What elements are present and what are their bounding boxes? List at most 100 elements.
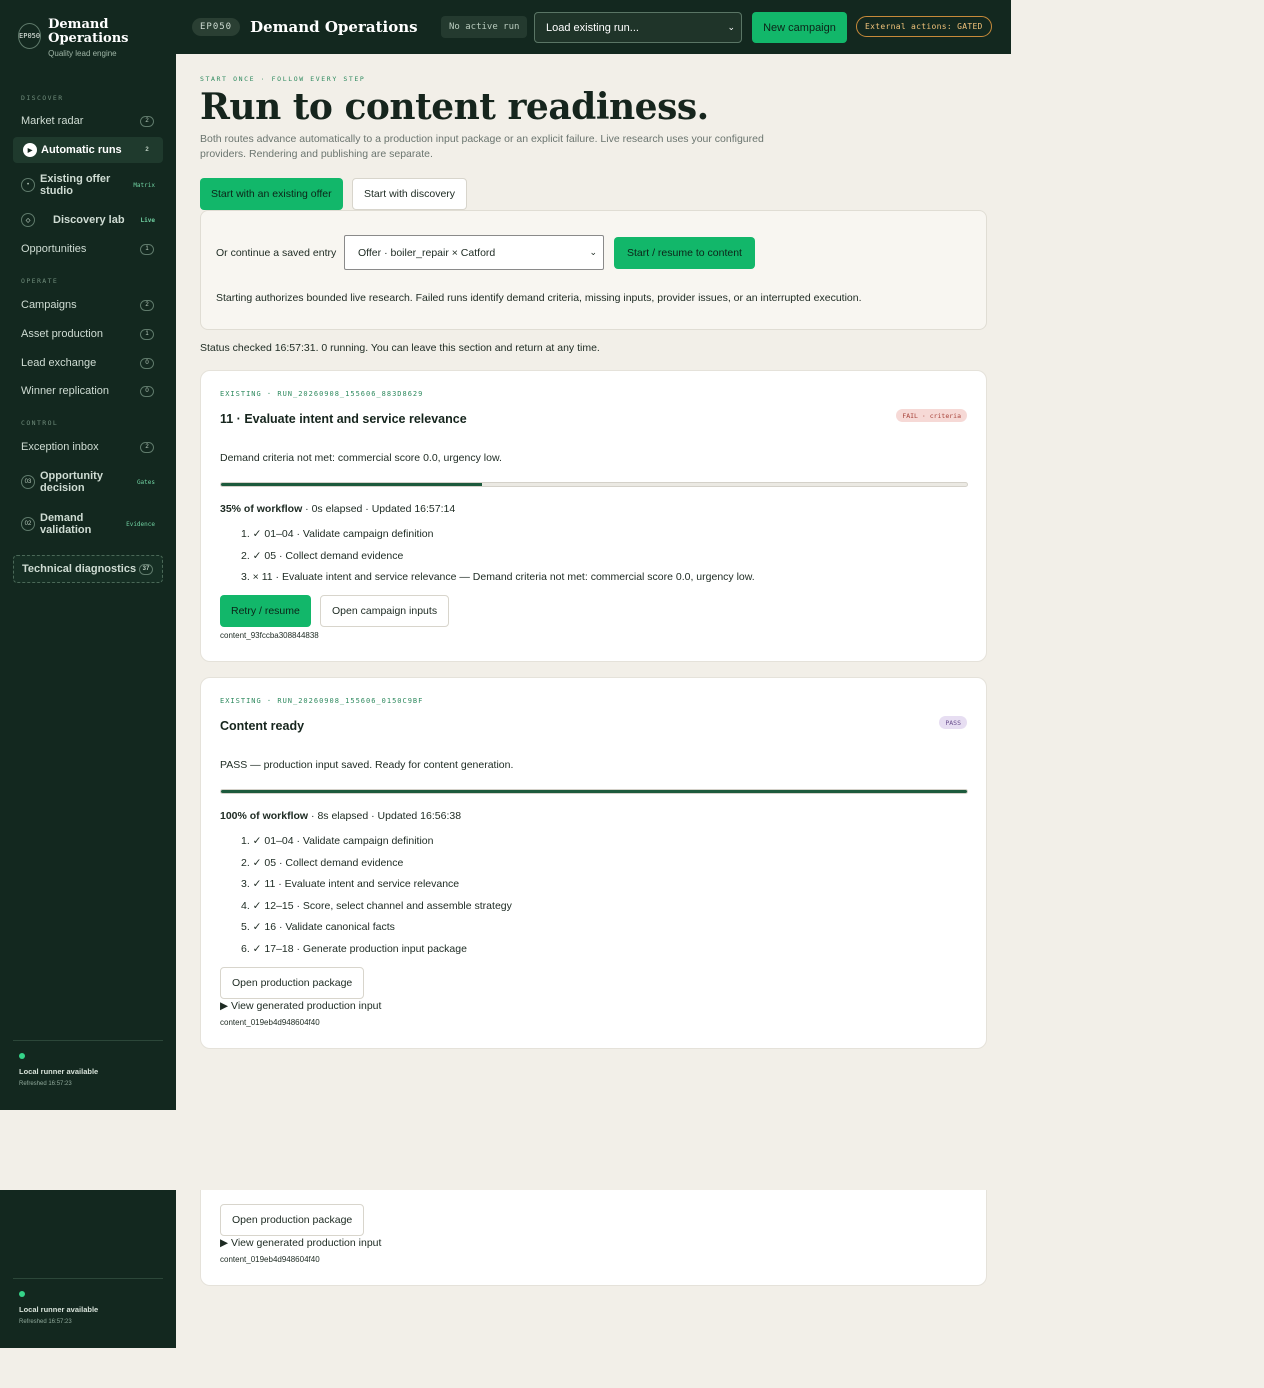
sidebar-item-label: Discovery lab: [53, 214, 125, 226]
brand[interactable]: EP050 Demand Operations Quality lead eng…: [18, 18, 176, 58]
kicker: START ONCE · FOLLOW EVERY STEP: [200, 75, 366, 83]
page-title: Run to content readiness.: [200, 86, 709, 128]
sidebar-item-opportunity-decision[interactable]: 03 Opportunity decision Gates: [13, 469, 163, 495]
load-run-select[interactable]: Load existing run... ⌄: [534, 12, 742, 43]
load-run-value: Load existing run...: [546, 21, 639, 34]
run-timing: · 8s elapsed · Updated 16:56:38: [308, 810, 462, 822]
runner-status-text: Local runner available: [19, 1305, 99, 1314]
view-production-input-toggle[interactable]: ▶ View generated production input: [220, 1000, 381, 1012]
sidebar-item-market-radar[interactable]: Market radar 2: [13, 108, 163, 134]
sidebar-item-lead-exchange[interactable]: Lead exchange 0: [13, 350, 163, 376]
count-badge: 1: [140, 243, 154, 255]
saved-entry-label: Or continue a saved entry: [216, 247, 337, 259]
run-card-fragment: Open production package ▶ View generated…: [200, 1190, 987, 1286]
sidebar-item-label: Existing offer studio: [40, 173, 111, 197]
sidebar-item-demand-validation[interactable]: 02 Demand validation Evidence: [13, 511, 163, 537]
count-badge: 2: [140, 441, 154, 453]
step-item: 1. ✓ 01–04 · Validate campaign definitio…: [241, 835, 434, 847]
open-production-package-button[interactable]: Open production package: [220, 967, 365, 999]
section-discover: DISCOVER: [21, 94, 64, 102]
sidebar-item-label: Market radar: [21, 115, 84, 127]
count-badge: 2: [140, 299, 154, 311]
saved-entry-value: Offer · boiler_repair × Catford: [358, 246, 496, 259]
run-message: PASS — production input saved. Ready for…: [220, 759, 514, 771]
view-production-input-label: View generated production input: [231, 1237, 382, 1249]
runner-status: Local runner available Refreshed 16:57:2…: [13, 1278, 163, 1325]
sidebar-item-asset-production[interactable]: Asset production 1: [13, 321, 163, 347]
sidebar-item-existing-offer-studio[interactable]: • Existing offer studio Matrix: [13, 172, 163, 198]
start-resume-button[interactable]: Start / resume to content: [614, 237, 755, 269]
scroll-fragment: Local runner available Refreshed 16:57:2…: [0, 1190, 1264, 1348]
triangle-right-icon: ▶: [220, 1000, 231, 1012]
sidebar-item-opportunities[interactable]: Opportunities 1: [13, 236, 163, 262]
sidebar-item-exception-inbox[interactable]: Exception inbox 2: [13, 434, 163, 460]
sidebar: EP050 Demand Operations Quality lead eng…: [0, 0, 176, 1110]
tab-existing-offer[interactable]: Start with an existing offer: [200, 178, 343, 210]
sidebar-item-discovery-lab[interactable]: ◇ Discovery lab Live: [13, 207, 163, 233]
tag-badge: Matrix: [133, 181, 155, 189]
status-badge: FAIL · criteria: [896, 409, 967, 422]
count-badge: 0: [140, 357, 154, 369]
topbar: EP050 Demand Operations No active run Lo…: [176, 0, 1011, 54]
play-icon: ▶: [23, 143, 37, 157]
count-badge: 0: [140, 385, 154, 397]
runner-status-text: Local runner available: [19, 1067, 99, 1076]
saved-entry-panel: Or continue a saved entry Offer · boiler…: [200, 210, 987, 330]
brand-name: Demand Operations: [48, 17, 129, 46]
retry-resume-button[interactable]: Retry / resume: [220, 595, 311, 627]
tab-discovery[interactable]: Start with discovery: [352, 178, 468, 210]
sidebar-item-label: Lead exchange: [21, 357, 97, 369]
run-status-badge: No active run: [441, 16, 528, 38]
content-id: content_93fccba308844838: [220, 631, 319, 640]
open-production-package-button[interactable]: Open production package: [220, 1204, 365, 1236]
progress-percent: 100% of workflow: [220, 810, 309, 822]
view-production-input-label: View generated production input: [231, 1000, 382, 1012]
step-item: 2. ✓ 05 · Collect demand evidence: [241, 856, 404, 869]
view-production-input-toggle[interactable]: ▶ View generated production input: [220, 1237, 381, 1249]
sidebar-item-technical-diagnostics[interactable]: Technical diagnostics 37: [13, 555, 163, 583]
tag-badge: Evidence: [126, 520, 155, 528]
progress-percent: 35% of workflow: [220, 503, 303, 515]
progress-bar: [220, 482, 968, 487]
sidebar-item-label: Campaigns: [21, 299, 77, 311]
tag-badge: Live: [140, 216, 155, 224]
step-list: 1. ✓ 01–04 · Validate campaign definitio…: [241, 524, 755, 589]
run-card: EXISTING · RUN_20260908_155606_0150C9BF …: [200, 677, 987, 1049]
brand-tagline: Quality lead engine: [48, 49, 117, 58]
run-id: EXISTING · RUN_20260908_155606_883D8629: [220, 390, 424, 398]
step-item: 4. ✓ 12–15 · Score, select channel and a…: [241, 899, 512, 912]
step-item: 5. ✓ 16 · Validate canonical facts: [241, 921, 395, 934]
step-item: 3. × 11 · Evaluate intent and service re…: [241, 571, 755, 584]
external-actions-badge[interactable]: External actions: GATED: [856, 16, 992, 37]
new-campaign-button[interactable]: New campaign: [752, 12, 847, 43]
sidebar-item-winner-replication[interactable]: Winner replication 0: [13, 378, 163, 404]
step-number: 02: [21, 517, 35, 531]
run-id: EXISTING · RUN_20260908_155606_0150C9BF: [220, 697, 424, 705]
progress-bar: [220, 789, 968, 794]
sidebar-item-campaigns[interactable]: Campaigns 2: [13, 292, 163, 318]
run-card: EXISTING · RUN_20260908_155606_883D8629 …: [200, 370, 987, 662]
runner-status: Local runner available Refreshed 16:57:2…: [13, 1040, 163, 1087]
run-title: 11 · Evaluate intent and service relevan…: [220, 412, 467, 426]
saved-entry-select[interactable]: Offer · boiler_repair × Catford ⌄: [344, 235, 604, 270]
triangle-right-icon: ▶: [220, 1237, 231, 1249]
sidebar-item-label: Winner replication: [21, 385, 110, 397]
section-control: CONTROL: [21, 419, 59, 427]
chevron-down-icon: ⌄: [589, 247, 597, 257]
section-operate: OPERATE: [21, 277, 59, 285]
run-message: Demand criteria not met: commercial scor…: [220, 452, 502, 464]
step-item: 3. ✓ 11 · Evaluate intent and service re…: [241, 878, 460, 891]
content-id: content_019eb4d948604f40: [220, 1255, 320, 1264]
sidebar-item-label: Exception inbox: [21, 441, 99, 453]
run-timing: · 0s elapsed · Updated 16:57:14: [302, 503, 456, 515]
runner-refreshed: Refreshed 16:57:23: [19, 1319, 72, 1325]
sidebar-item-label: Automatic runs: [41, 144, 122, 156]
sidebar-item-label: Asset production: [21, 328, 103, 340]
status-badge: PASS: [939, 716, 967, 729]
step-item: 6. ✓ 17–18 · Generate production input p…: [241, 942, 467, 955]
count-badge: 37: [139, 563, 153, 575]
status-dot-icon: [19, 1291, 25, 1297]
sidebar-item-automatic-runs[interactable]: ▶ Automatic runs 2: [13, 137, 163, 163]
content-id: content_019eb4d948604f40: [220, 1018, 320, 1027]
open-campaign-inputs-button[interactable]: Open campaign inputs: [320, 595, 450, 627]
